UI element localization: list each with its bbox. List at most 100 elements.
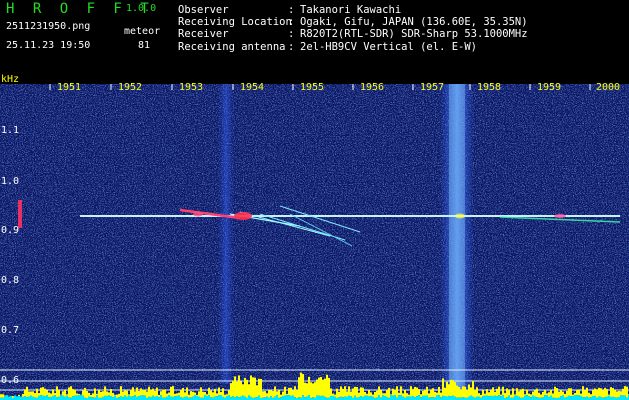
spectrum-bar-base [30,395,32,400]
spectrogram: kHz 1951 1952 1953 1954 1955 1956 1957 1… [0,72,629,400]
spectrum-bar [482,389,484,397]
spectrum-bar [502,386,504,396]
spectrum-bar-base [44,396,46,400]
spectrum-bar [384,393,386,396]
spectrum-bar [304,382,306,398]
spectrum-bar [510,394,512,398]
spectrum-bar [24,389,26,397]
spectrum-bar [392,388,394,396]
spectrum-bar [272,391,274,398]
spectrum-bar [168,392,170,396]
spectrum-bar-base [208,395,210,400]
spectrum-bar [556,388,558,398]
spectrum-bar [230,383,232,398]
spectrum-bar [358,392,360,397]
spectrum-bar-base [606,396,608,400]
info-separator: : [288,16,295,29]
spectrum-bar [74,389,76,396]
spectrum-bar [328,378,330,398]
spectrum-bar-base [544,395,546,400]
spectrum-bar-base [114,395,116,400]
spectrum-bar [44,388,46,397]
spectrum-bar [624,386,626,396]
x-tick-label: 2000 [596,82,620,93]
spectrum-bar [448,384,450,396]
spectrum-bar [570,388,572,397]
spectrum-bar [400,386,402,396]
spectrum-bar-base [546,395,548,400]
spectrum-bar-base [448,395,450,400]
spectrum-bar [198,391,200,397]
spectrum-bar-base [436,395,438,400]
spectrum-bar [426,386,428,396]
spectrum-bar [344,386,346,397]
spectrum-bar-base [160,395,162,400]
spectrum-bar [554,386,556,398]
spectrum-bar-base [194,395,196,400]
spectrum-bar [560,390,562,397]
spectrum-bar [292,390,294,396]
spectrum-bar [234,376,236,398]
interference-band-1954 [218,84,234,384]
spectrum-bar [96,393,98,396]
y-tick-label: 0.8 [1,275,19,286]
spectrum-bar [428,393,430,398]
spectrum-bar [424,390,426,396]
y-tick-label: 0.9 [1,225,19,236]
spectrum-bar [386,389,388,397]
spectrum-bar-base [418,395,420,400]
info-separator: : [288,40,295,53]
spectrum-bar [472,380,474,397]
spectrum-bar [430,389,432,398]
spectrum-bar [390,394,392,396]
spectrum-bar [484,393,486,396]
spectrum-bar [62,391,64,396]
spectrum-bar [124,390,126,396]
spectrum-bar [180,390,182,397]
spectrum-bar-base [216,396,218,400]
spectrum-bar [146,391,148,398]
spectrum-bar [308,376,310,396]
spectrum-bar [236,381,238,397]
spectrum-bar [462,386,464,398]
spectrum-bar [288,387,290,396]
spectrum-bar [66,394,68,396]
spectrum-bar [558,391,560,398]
info-key: Receiving antenna [178,40,286,53]
spectrum-bar [388,387,390,398]
spectrum-bar [190,391,192,398]
spectrum-bar [474,389,476,398]
spectrum-bar [274,386,276,397]
spectrum-bar-base [54,395,56,400]
spectrum-bar-base [472,396,474,400]
spectrum-bar [262,391,264,398]
spectrum-bar [90,394,92,398]
spectrum-bar-base [524,395,526,400]
spectrum-bar [494,391,496,396]
spectrum-bar-base [568,395,570,400]
spectrum-bar [222,388,224,397]
spectrum-bar [184,392,186,397]
spectrum-bar-base [308,395,310,400]
spectrum-bar [466,390,468,398]
spectrum-bar-base [16,396,18,400]
spectrum-bar [582,386,584,398]
spectrum-bar [548,392,550,397]
spectrum-bar [144,389,146,396]
spectrum-bar [478,393,480,397]
spectrum-bar [228,390,230,396]
spectrum-bar [382,393,384,396]
spectrum-bar-base [620,395,622,400]
spectrum-bar [102,391,104,397]
x-tick-label: 1953 [179,82,203,93]
spectrum-bar [300,372,302,398]
spectrum-bar-base [148,396,150,400]
y-tick-label: 1.1 [1,125,19,136]
spectrum-bar-base [422,395,424,400]
spectrum-bar [576,389,578,396]
spectrum-bar [4,395,6,397]
spectrum-bar [12,396,14,398]
spectrum-bar [406,393,408,397]
spectrum-bar-base [594,395,596,400]
spectrum-bar-base [508,395,510,400]
